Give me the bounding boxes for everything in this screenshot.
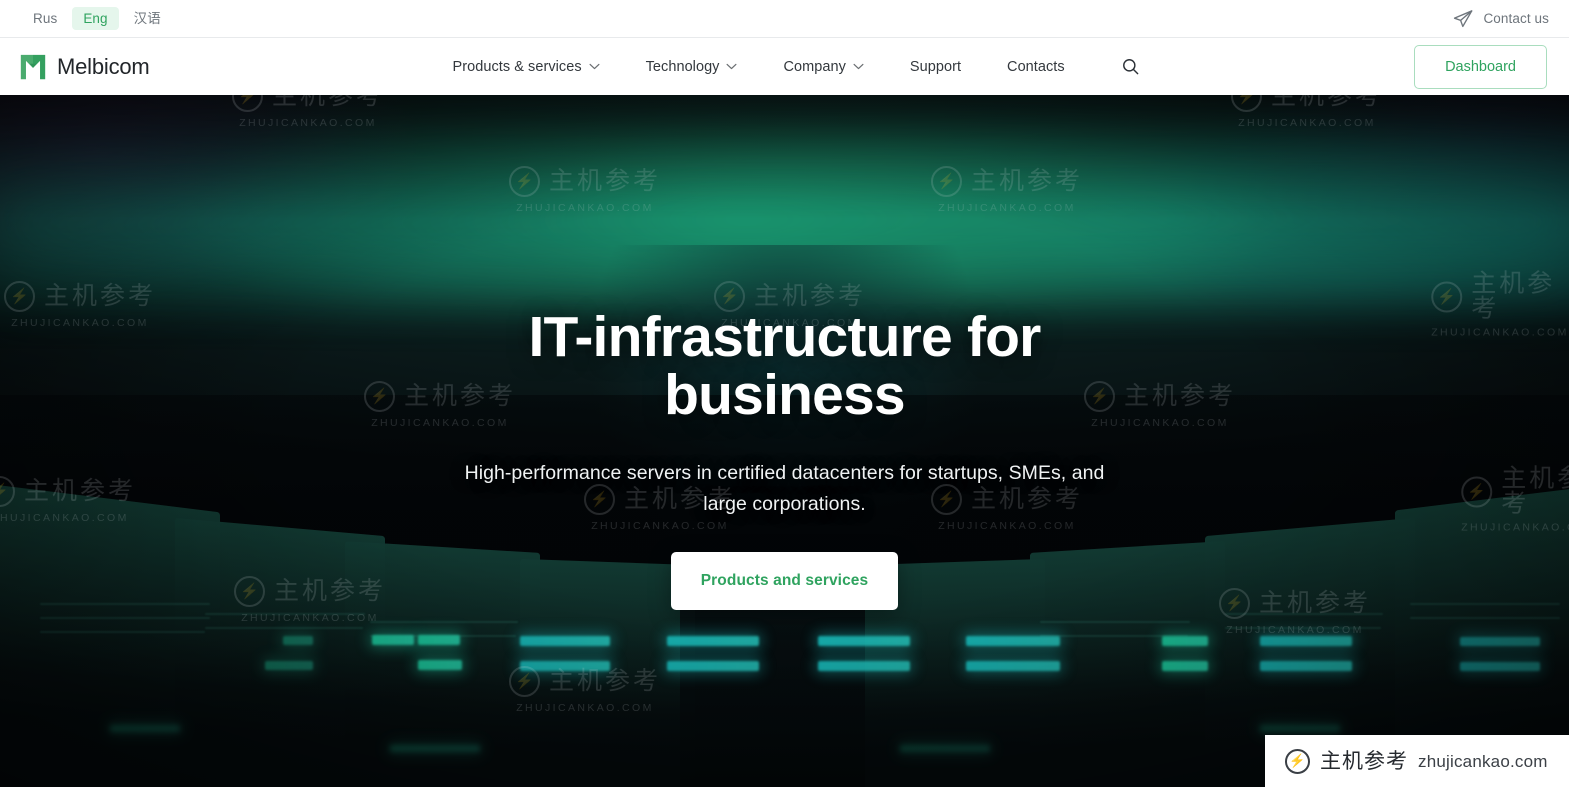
- brand-name: Melbicom: [57, 53, 150, 79]
- bolt-circle-icon: ⚡: [1285, 748, 1310, 774]
- nav-item-contacts[interactable]: Contacts: [984, 59, 1088, 75]
- nav-item-support[interactable]: Support: [887, 59, 984, 75]
- hero-subtitle: High-performance servers in certified da…: [464, 462, 1105, 515]
- products-and-services-button[interactable]: Products and services: [670, 552, 899, 610]
- nav-item-company[interactable]: Company: [760, 59, 886, 75]
- hero-title: IT-infrastructure for business: [528, 305, 1041, 427]
- top-bar: Rus Eng 汉语 Contact us: [0, 0, 1569, 38]
- search-icon[interactable]: [1118, 54, 1144, 80]
- nav-label: Support: [909, 58, 962, 75]
- badge-url-label: zhujicankao.com: [1418, 751, 1548, 771]
- chevron-down-icon: [853, 63, 864, 70]
- melbicom-logo-icon: [18, 52, 48, 82]
- nav-label: Contacts: [1007, 58, 1065, 75]
- site-watermark-badge: ⚡ 主机参考 zhujicankao.com: [1265, 735, 1569, 787]
- nav-label: Company: [783, 58, 846, 75]
- main-header: Melbicom Products & services Technology …: [0, 38, 1569, 95]
- lang-option-eng[interactable]: Eng: [72, 6, 119, 31]
- badge-chinese-label: 主机参考: [1320, 749, 1408, 773]
- nav-label: Technology: [645, 58, 720, 75]
- hero-content: IT-infrastructure for business High-perf…: [0, 95, 1569, 787]
- nav-item-technology[interactable]: Technology: [623, 59, 761, 75]
- lang-option-zh[interactable]: 汉语: [123, 7, 172, 31]
- brand-logo-link[interactable]: Melbicom: [18, 52, 150, 82]
- chevron-down-icon: [589, 63, 600, 70]
- chevron-down-icon: [726, 63, 737, 70]
- contact-us-label: Contact us: [1483, 11, 1549, 26]
- contact-us-link[interactable]: Contact us: [1452, 8, 1549, 30]
- page-root: Rus Eng 汉语 Contact us Melbicom Products …: [0, 0, 1569, 787]
- hero-section: IT-infrastructure for business High-perf…: [0, 95, 1569, 787]
- primary-nav: Products & services Technology Company S…: [430, 54, 1144, 80]
- paper-plane-icon: [1452, 8, 1474, 30]
- dashboard-button[interactable]: Dashboard: [1414, 44, 1547, 89]
- nav-item-products-services[interactable]: Products & services: [430, 59, 623, 75]
- nav-label: Products & services: [452, 58, 582, 75]
- language-switcher[interactable]: Rus Eng 汉语: [22, 6, 172, 31]
- lang-option-rus[interactable]: Rus: [22, 7, 68, 31]
